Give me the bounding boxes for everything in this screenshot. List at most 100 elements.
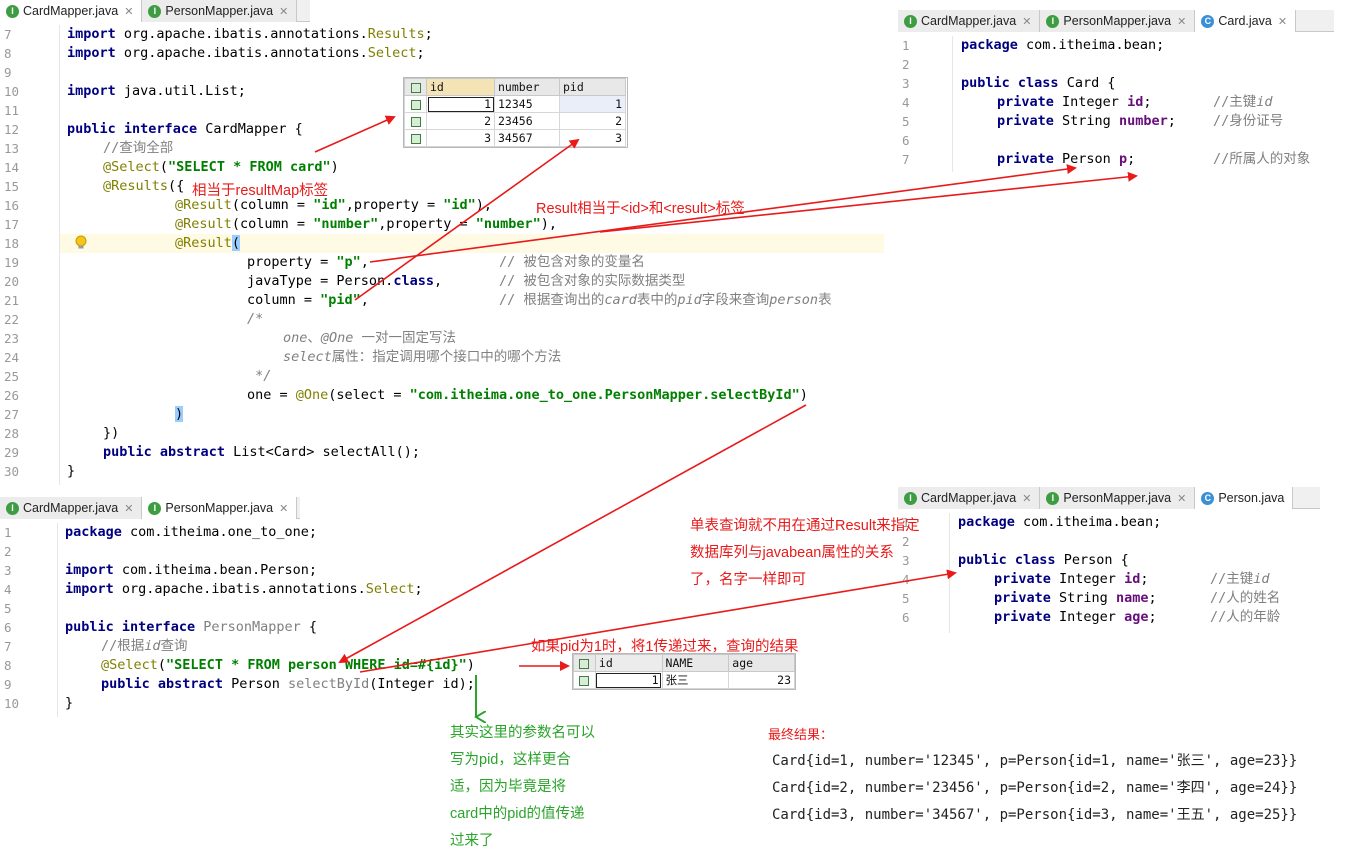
code-comment: //身份证号 <box>1213 113 1284 129</box>
table-cell[interactable]: 3 <box>559 129 626 147</box>
column-header[interactable]: number <box>494 78 560 96</box>
code-line: import org.apache.ibatis.annotations.Sel… <box>65 581 423 597</box>
code-line: private String name; <box>994 590 1157 606</box>
line-number: 19 <box>4 255 20 270</box>
code-line: import java.util.List; <box>67 83 246 99</box>
lightbulb-icon[interactable] <box>75 235 87 251</box>
line-number: 27 <box>4 407 20 422</box>
code-comment: //人的姓名 <box>1210 590 1281 606</box>
code-line: ) <box>175 406 184 422</box>
line-number: 6 <box>4 620 12 635</box>
select-all-checkbox[interactable] <box>404 78 427 96</box>
table-cell[interactable]: 1 <box>426 95 495 113</box>
line-number: 9 <box>4 677 12 692</box>
code-line: public abstract List<Card> selectAll(); <box>103 444 421 460</box>
code-line: public interface PersonMapper { <box>65 619 318 635</box>
line-number: 20 <box>4 274 20 289</box>
code-line: public class Card { <box>961 75 1116 91</box>
column-header[interactable]: age <box>728 654 795 672</box>
row-checkbox[interactable] <box>404 129 427 147</box>
table-cell[interactable]: 23456 <box>494 112 560 130</box>
table-cell[interactable]: 3 <box>426 129 495 147</box>
code-line: } <box>65 695 74 711</box>
line-number: 1 <box>4 525 12 540</box>
code-comment: // 根据查询出的card表中的pid字段来查询person表 <box>499 292 832 308</box>
line-number: 15 <box>4 179 20 194</box>
line-number: 11 <box>4 103 20 118</box>
table-row[interactable]: 1 12345 1 <box>404 95 626 113</box>
code-line: @Select("SELECT * FROM person WHERE id=#… <box>101 657 475 673</box>
code-comment: //人的年龄 <box>1210 609 1281 625</box>
code-area[interactable]: 1 2 3 4 5 6 7 package com.itheima.bean; … <box>898 10 1334 172</box>
line-number: 18 <box>4 236 20 251</box>
line-number: 5 <box>4 601 12 616</box>
code-line: import org.apache.ibatis.annotations.Res… <box>67 26 433 42</box>
row-checkbox[interactable] <box>573 671 596 689</box>
code-comment: // 被包含对象的实际数据类型 <box>499 273 686 289</box>
code-line: package com.itheima.bean; <box>958 514 1162 530</box>
column-header[interactable]: id <box>594 654 663 672</box>
code-line: javaType = Person.class, <box>247 273 443 289</box>
note-result-tag: Result相当于<id>和<result>标签 <box>536 201 745 217</box>
final-result-line: Card{id=1, number='12345', p=Person{id=1… <box>772 753 1298 769</box>
table-cell[interactable]: 23 <box>728 671 795 689</box>
line-number: 30 <box>4 464 20 479</box>
code-comment: //主键id <box>1213 94 1273 110</box>
select-all-checkbox[interactable] <box>573 654 596 672</box>
table-cell[interactable]: 34567 <box>494 129 560 147</box>
line-number: 28 <box>4 426 20 441</box>
code-line: import com.itheima.bean.Person; <box>65 562 317 578</box>
code-line: select属性：指定调用哪个接口中的哪个方法 <box>283 349 562 365</box>
line-number: 10 <box>4 696 20 711</box>
final-result-line: Card{id=3, number='34567', p=Person{id=3… <box>772 807 1298 823</box>
note-result-map: 相当于resultMap标签 <box>192 183 329 199</box>
code-line: }) <box>103 425 120 441</box>
code-area[interactable]: 1 2 3 4 5 6 package com.itheima.bean; pu… <box>898 487 1320 633</box>
final-result-line: Card{id=2, number='23456', p=Person{id=2… <box>772 780 1298 796</box>
column-header[interactable]: pid <box>559 78 626 96</box>
line-number: 6 <box>902 133 910 148</box>
line-number: 4 <box>4 582 12 597</box>
line-number: 3 <box>4 563 12 578</box>
code-line: private Integer age; <box>994 609 1157 625</box>
code-line: package com.itheima.bean; <box>961 37 1165 53</box>
card-table-grid[interactable]: id number pid 1 12345 1 2 23456 2 3 3456… <box>403 77 628 148</box>
line-number: 7 <box>4 639 12 654</box>
column-header[interactable]: NAME <box>661 654 730 672</box>
note-param-name: 其实这里的参数名可以 写为pid，这样更合 适，因为毕竟是将 card中的pid… <box>450 725 595 849</box>
code-line: private Person p; <box>997 151 1136 167</box>
row-checkbox[interactable] <box>404 95 427 113</box>
code-line: public interface CardMapper { <box>67 121 303 137</box>
line-number: 7 <box>4 27 12 42</box>
line-number: 12 <box>4 122 20 137</box>
code-area[interactable]: 7 8 9 10 11 12 13 14 15 16 17 18 19 20 2… <box>0 0 884 486</box>
code-line: */ <box>247 368 272 384</box>
code-line: one = @One(select = "com.itheima.one_to_… <box>247 387 808 403</box>
row-checkbox[interactable] <box>404 112 427 130</box>
code-line: /* <box>247 311 264 327</box>
table-cell[interactable]: 1 <box>594 671 663 689</box>
code-area[interactable]: 1 2 3 4 5 6 7 8 9 10 package com.itheima… <box>0 497 520 717</box>
table-cell[interactable]: 12345 <box>494 95 560 113</box>
line-number: 16 <box>4 198 20 213</box>
line-number: 22 <box>4 312 20 327</box>
code-line: private Integer id; <box>997 94 1152 110</box>
table-cell[interactable]: 2 <box>426 112 495 130</box>
code-line: private Integer id; <box>994 571 1149 587</box>
code-line: column = "pid", <box>247 292 369 308</box>
card-mapper-editor: I CardMapper.java ✕ I PersonMapper.java … <box>0 0 884 486</box>
column-header[interactable]: id <box>426 78 495 96</box>
line-number: 21 <box>4 293 20 308</box>
table-row[interactable]: 1 张三 23 <box>573 671 795 689</box>
table-row[interactable]: 2 23456 2 <box>404 112 626 130</box>
code-line: //查询全部 <box>103 140 174 156</box>
person-java-editor: I CardMapper.java ✕ I PersonMapper.java … <box>898 487 1320 633</box>
table-cell[interactable]: 2 <box>559 112 626 130</box>
table-cell[interactable]: 张三 <box>661 671 730 689</box>
table-cell[interactable]: 1 <box>559 95 626 113</box>
line-number: 8 <box>4 46 12 61</box>
table-row[interactable]: 3 34567 3 <box>404 129 626 147</box>
person-table-grid[interactable]: id NAME age 1 张三 23 <box>572 653 796 690</box>
code-line: public class Person { <box>958 552 1129 568</box>
code-line: private String number; <box>997 113 1176 129</box>
